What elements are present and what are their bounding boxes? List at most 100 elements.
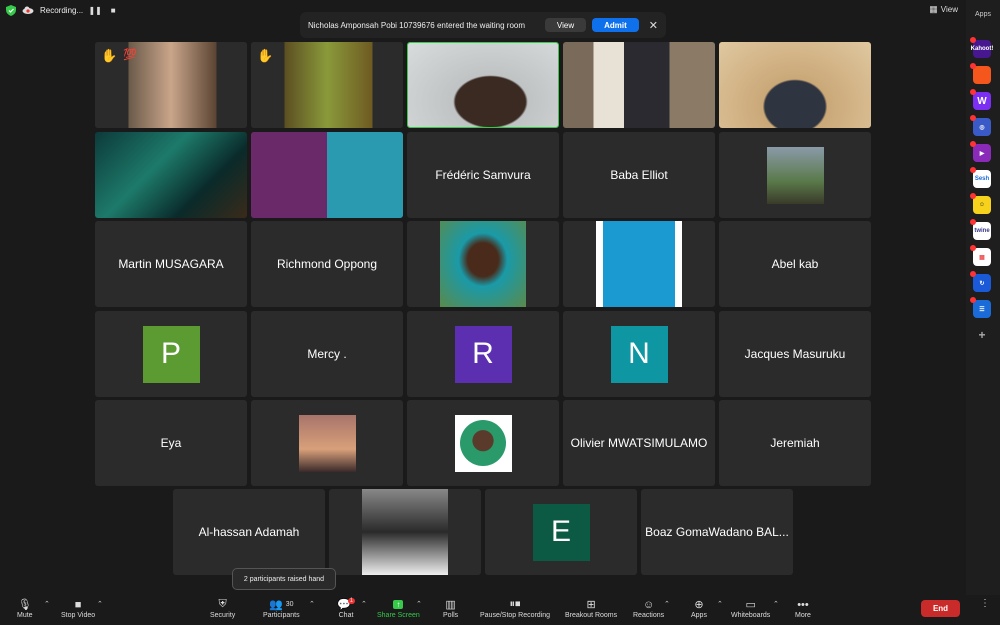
breakout-rooms-button[interactable]: ⊞ Breakout Rooms <box>565 597 617 619</box>
apps-button[interactable]: ⊕ Apps <box>691 597 707 619</box>
chevron-up-icon[interactable]: ⌃ <box>664 600 670 608</box>
hundred-reaction-icon: 💯 <box>123 49 137 61</box>
participant-tile[interactable] <box>719 132 871 218</box>
recording-button[interactable]: ⏸⏹ Pause/Stop Recording <box>480 597 550 619</box>
chevron-up-icon[interactable]: ⌃ <box>44 600 50 608</box>
participant-tile[interactable] <box>407 221 559 307</box>
app-icon[interactable]: ▶ <box>970 141 991 162</box>
participant-tile[interactable]: R <box>407 311 559 397</box>
whiteboards-button[interactable]: ▭ Whiteboards <box>731 597 770 619</box>
participant-tile[interactable]: Richmond Oppong <box>251 221 403 307</box>
participant-tile[interactable]: ✋ <box>251 42 403 128</box>
avatar: N <box>610 325 668 383</box>
participant-tile[interactable]: E <box>485 489 637 575</box>
participant-name: Jacques Masuruku <box>744 347 846 361</box>
bar-chart-icon: ▥ <box>445 599 456 611</box>
participant-tile[interactable]: Jacques Masuruku <box>719 311 871 397</box>
app-icon[interactable]: ☰ <box>970 297 991 318</box>
participant-tile[interactable]: Frédéric Samvura <box>407 132 559 218</box>
smiley-icon: ☺ <box>642 598 655 611</box>
participant-tile[interactable]: Jeremiah <box>719 400 871 486</box>
app-icon[interactable]: W <box>970 89 991 110</box>
active-speaker-tile[interactable] <box>407 42 559 128</box>
participant-tile[interactable] <box>719 42 871 128</box>
participant-tile[interactable] <box>563 221 715 307</box>
reactions-button[interactable]: ☺ Reactions <box>633 597 664 620</box>
app-icon[interactable]: twine <box>970 219 991 240</box>
participant-tile[interactable]: Martin MUSAGARA <box>95 221 247 307</box>
participant-tile[interactable]: ✋ 💯 <box>95 42 247 128</box>
participant-tile[interactable] <box>95 132 247 218</box>
security-button[interactable]: ⛨ Security <box>210 597 235 619</box>
chat-icon: 💬 1 <box>337 597 356 611</box>
chevron-up-icon[interactable]: ⌃ <box>97 600 103 608</box>
raised-hand-icon: ✋ <box>101 48 118 63</box>
participant-tile[interactable]: N <box>563 311 715 397</box>
app-icon[interactable]: Sesh <box>970 167 991 188</box>
waiting-room-notification: Nicholas Amponsah Pobi 10739676 entered … <box>300 12 666 38</box>
chevron-up-icon[interactable]: ⌃ <box>416 600 422 608</box>
participant-tile[interactable]: Baba Elliot <box>563 132 715 218</box>
more-button[interactable]: ••• More <box>795 597 811 620</box>
profile-photo <box>454 414 512 472</box>
microphone-icon: 🎙 <box>17 599 32 611</box>
mute-button[interactable]: 🎙 Mute <box>17 597 33 619</box>
participant-tile[interactable] <box>329 489 481 575</box>
participant-tile[interactable]: P <box>95 311 247 397</box>
more-options-icon[interactable]: ⋮ <box>980 598 990 609</box>
recording-indicator: Recording... ❚❚ ■ <box>6 4 119 16</box>
app-icon[interactable]: ↻ <box>970 271 991 292</box>
avatar: R <box>454 325 512 383</box>
polls-button[interactable]: ▥ Polls <box>443 597 458 619</box>
avatar: E <box>532 503 590 561</box>
more-icon: ••• <box>797 598 809 611</box>
participant-tile[interactable]: Boaz GomaWadano BAL... <box>641 489 793 575</box>
participant-tile[interactable] <box>563 42 715 128</box>
participant-tile[interactable]: Al-hassan Adamah <box>173 489 325 575</box>
app-icon[interactable] <box>970 63 991 84</box>
end-meeting-button[interactable]: End <box>921 600 960 617</box>
participant-tile[interactable]: Eya <box>95 400 247 486</box>
chat-badge: 1 <box>347 597 356 604</box>
chevron-up-icon[interactable]: ⌃ <box>773 600 779 608</box>
participant-name: Al-hassan Adamah <box>198 525 300 539</box>
add-app-icon[interactable]: + <box>973 326 991 344</box>
participant-tile[interactable]: Olivier MWATSIMULAMO <box>563 400 715 486</box>
avatar: P <box>142 325 200 383</box>
admit-button[interactable]: Admit <box>592 18 639 32</box>
participant-name: Richmond Oppong <box>276 257 378 271</box>
participant-tile[interactable]: Abel kab <box>719 221 871 307</box>
chevron-up-icon[interactable]: ⌃ <box>361 600 367 608</box>
stop-video-button[interactable]: ■ Stop Video <box>61 597 95 620</box>
profile-photo <box>766 146 824 204</box>
share-screen-button[interactable]: ↑ Share Screen <box>377 597 420 619</box>
participant-name: Abel kab <box>771 257 819 271</box>
participant-tile[interactable] <box>251 400 403 486</box>
chat-button[interactable]: 💬 1 Chat <box>337 597 356 619</box>
profile-photo <box>362 489 448 575</box>
chevron-up-icon[interactable]: ⌃ <box>717 600 723 608</box>
participant-name: Frédéric Samvura <box>435 168 531 182</box>
kahoot-app-icon[interactable]: Kahoot! <box>970 37 993 58</box>
app-icon[interactable]: ▦ <box>970 245 991 266</box>
stop-recording-icon[interactable]: ■ <box>107 4 119 16</box>
share-screen-icon: ↑ <box>393 597 404 612</box>
raised-hand-tooltip: 2 participants raised hand <box>232 568 336 590</box>
pause-recording-icon[interactable]: ❚❚ <box>88 4 101 16</box>
view-menu-button[interactable]: ▦ View <box>929 4 958 15</box>
cloud-recording-icon <box>22 6 34 14</box>
participant-tile[interactable] <box>251 132 403 218</box>
profile-photo <box>298 414 356 472</box>
raised-hand-icon: ✋ <box>257 48 274 63</box>
participants-button[interactable]: 👥 30 Participants <box>263 597 300 619</box>
participant-name: Baba Elliot <box>610 168 668 182</box>
participant-name: Olivier MWATSIMULAMO <box>570 436 708 450</box>
app-icon[interactable]: ☺ <box>970 193 991 214</box>
participant-tile[interactable]: Mercy . <box>251 311 403 397</box>
participant-tile[interactable] <box>407 400 559 486</box>
app-icon[interactable]: ◎ <box>970 115 991 136</box>
close-icon[interactable]: ✕ <box>649 19 658 32</box>
view-waiting-room-button[interactable]: View <box>544 18 587 32</box>
chevron-up-icon[interactable]: ⌃ <box>309 600 315 608</box>
participants-count: 30 <box>285 601 294 608</box>
